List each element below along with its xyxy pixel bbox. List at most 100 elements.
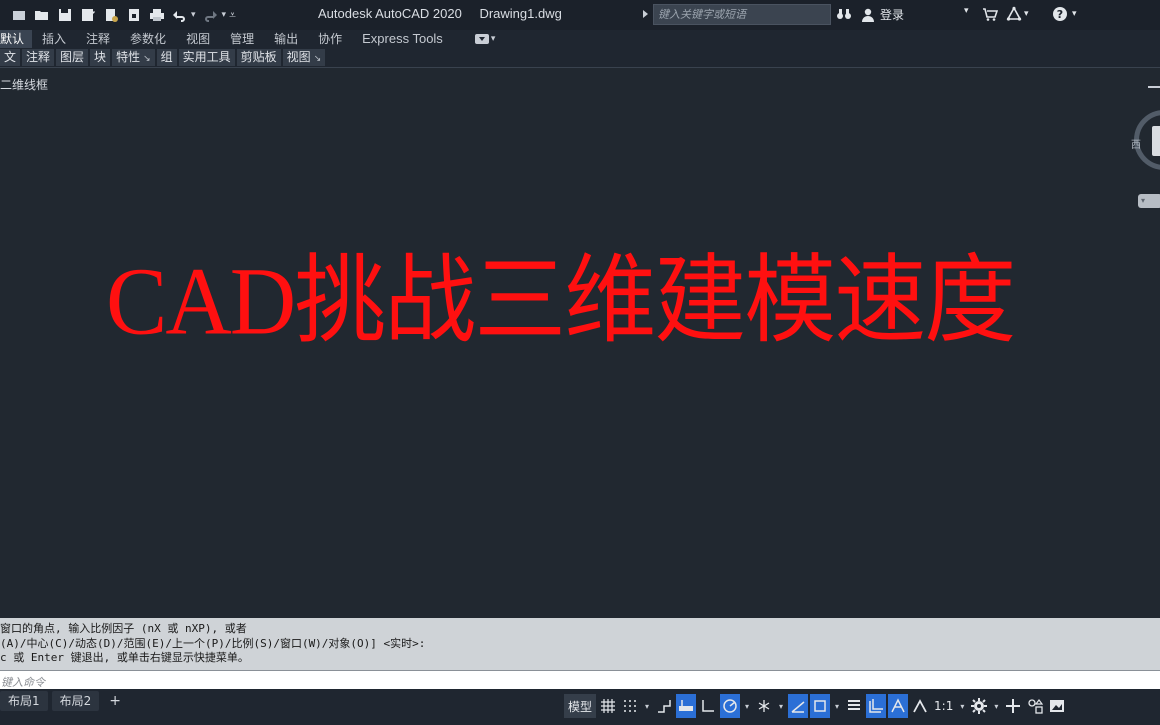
panel-utilities-label: 实用工具 bbox=[182, 50, 231, 64]
customize-qat-icon[interactable]: ⩡ bbox=[229, 8, 236, 23]
snap-mode-icon[interactable] bbox=[620, 694, 640, 718]
autocad-window: ▾ ▾ ⩡ Autodesk AutoCAD 2020 Drawing1.dwg… bbox=[0, 0, 1160, 725]
object-snap-tracking-icon[interactable] bbox=[788, 694, 809, 718]
polar-dropdown-icon[interactable]: ▾ bbox=[742, 694, 752, 718]
object-snap-icon[interactable] bbox=[810, 694, 831, 718]
ribbon-minimize-button[interactable]: ▾ bbox=[474, 34, 496, 44]
tab-express-tools[interactable]: Express Tools bbox=[352, 30, 453, 48]
ribbon-panel-bar: 文 注释 图层 块 特性 ↘ 组 实用工具 剪贴板 视图 ↘ bbox=[0, 48, 1160, 68]
model-space-button[interactable]: 模型 bbox=[564, 694, 597, 718]
status-toggles: 模型 ▾ ▾ ▾ ▾ 1:1 ▾ ▾ bbox=[564, 693, 1067, 719]
ortho-mode-icon[interactable] bbox=[698, 694, 718, 718]
sign-in-dropdown-icon[interactable]: ▾ bbox=[964, 6, 969, 16]
plot-printer-icon[interactable] bbox=[148, 7, 165, 24]
transparency-icon[interactable] bbox=[866, 694, 887, 718]
grid-icon[interactable] bbox=[598, 694, 618, 718]
panel-groups[interactable]: 组 bbox=[156, 49, 177, 66]
scale-dropdown-icon[interactable]: ▾ bbox=[957, 694, 967, 718]
drawing-viewport[interactable]: 二维线框 CAD挑战三维建模速度 西 ▾ bbox=[0, 70, 1160, 674]
panel-utilities[interactable]: 实用工具 bbox=[178, 49, 235, 66]
tab-parametric[interactable]: 参数化 bbox=[120, 30, 176, 48]
save-as-icon[interactable] bbox=[79, 7, 96, 24]
panel-view[interactable]: 视图 ↘ bbox=[282, 49, 326, 66]
panel-clipboard[interactable]: 剪贴板 bbox=[236, 49, 281, 66]
app-menu-icon[interactable] bbox=[10, 7, 27, 24]
annotation-visibility-icon[interactable] bbox=[910, 694, 930, 718]
command-history-line: 窗口的角点, 输入比例因子 (nX 或 nXP), 或者 bbox=[0, 622, 247, 635]
search-input[interactable] bbox=[653, 4, 831, 25]
viewcube-west-label[interactable]: 西 bbox=[1131, 136, 1141, 151]
autodesk-360-icon[interactable]: ▾ bbox=[1006, 6, 1029, 22]
svg-text:?: ? bbox=[1057, 8, 1063, 21]
help-dropdown-icon[interactable]: ▾ bbox=[1072, 9, 1077, 19]
isometric-drafting-icon[interactable] bbox=[754, 694, 774, 718]
panel-annotation[interactable]: 注释 bbox=[22, 49, 55, 66]
redo-icon[interactable] bbox=[202, 7, 219, 24]
title-bar: ▾ ▾ ⩡ Autodesk AutoCAD 2020 Drawing1.dwg… bbox=[0, 0, 1160, 30]
panel-text-label: 文 bbox=[4, 50, 17, 64]
layout-tabs: 布局1 布局2 + bbox=[0, 691, 131, 711]
ribbon-tab-bar: 默认 插入 注释 参数化 视图 管理 输出 协作 Express Tools ▾ bbox=[0, 30, 1160, 48]
tab-insert[interactable]: 插入 bbox=[32, 30, 76, 48]
command-history-line: (A)/中心(C)/动态(D)/范围(E)/上一个(P)/比例(S)/窗口(W)… bbox=[0, 636, 426, 650]
save-web-icon[interactable] bbox=[125, 7, 142, 24]
panel-groups-label: 组 bbox=[160, 50, 173, 64]
undo-dropdown-icon[interactable]: ▾ bbox=[191, 10, 196, 20]
dynamic-input-icon[interactable] bbox=[676, 694, 697, 718]
command-history: 窗口的角点, 输入比例因子 (nX 或 nXP), 或者 (A)/中心(C)/动… bbox=[0, 618, 1160, 670]
layout-tab-1[interactable]: 布局1 bbox=[0, 691, 48, 711]
tab-annotate[interactable]: 注释 bbox=[76, 30, 120, 48]
navbar-handle-icon[interactable] bbox=[1148, 86, 1160, 88]
autodesk-360-dropdown-icon[interactable]: ▾ bbox=[1024, 9, 1029, 19]
wcs-menu-icon[interactable]: ▾ bbox=[1138, 194, 1160, 208]
clean-screen-icon[interactable] bbox=[1047, 694, 1067, 718]
status-bar: 布局1 布局2 + 模型 ▾ ▾ ▾ ▾ 1:1 ▾ ▾ bbox=[0, 689, 1160, 725]
save-icon[interactable] bbox=[56, 7, 73, 24]
isometric-dropdown-icon[interactable]: ▾ bbox=[776, 694, 786, 718]
sign-in-button[interactable]: 登录 bbox=[860, 6, 904, 23]
ribbon-dropdown-icon: ▾ bbox=[490, 34, 496, 44]
open-web-icon[interactable] bbox=[102, 7, 119, 24]
annotation-scale-button[interactable]: 1:1 bbox=[932, 694, 955, 718]
tab-collaborate[interactable]: 协作 bbox=[308, 30, 352, 48]
ribbon-toggle-icon bbox=[474, 34, 489, 44]
viewcube-face[interactable] bbox=[1152, 126, 1160, 156]
tab-manage[interactable]: 管理 bbox=[220, 30, 264, 48]
snap-dropdown-icon[interactable]: ▾ bbox=[642, 694, 652, 718]
cart-icon[interactable] bbox=[982, 6, 998, 22]
selection-cycling-icon[interactable] bbox=[888, 694, 909, 718]
workspace-dropdown-icon[interactable]: ▾ bbox=[991, 694, 1001, 718]
user-icon bbox=[862, 8, 874, 22]
tab-default[interactable]: 默认 bbox=[0, 30, 33, 48]
tab-output[interactable]: 输出 bbox=[264, 30, 308, 48]
panel-view-label: 视图 bbox=[286, 50, 311, 64]
binoculars-icon[interactable] bbox=[836, 6, 852, 22]
panel-text[interactable]: 文 bbox=[0, 49, 21, 66]
polar-tracking-icon[interactable] bbox=[720, 694, 741, 718]
panel-clipboard-label: 剪贴板 bbox=[240, 50, 277, 64]
redo-dropdown-icon[interactable]: ▾ bbox=[222, 10, 227, 20]
infer-constraints-icon[interactable] bbox=[654, 694, 674, 718]
workspace-gear-icon[interactable] bbox=[969, 694, 989, 718]
window-title: Autodesk AutoCAD 2020 Drawing1.dwg bbox=[318, 6, 576, 21]
undo-icon[interactable] bbox=[171, 7, 188, 24]
lineweight-icon[interactable] bbox=[844, 694, 864, 718]
tab-view[interactable]: 视图 bbox=[176, 30, 220, 48]
add-layout-button[interactable]: + bbox=[103, 691, 127, 711]
panel-view-expand-icon[interactable]: ↘ bbox=[314, 54, 322, 64]
panel-properties[interactable]: 特性 ↘ bbox=[112, 49, 155, 66]
panel-layers[interactable]: 图层 bbox=[56, 49, 89, 66]
osnap-dropdown-icon[interactable]: ▾ bbox=[832, 694, 842, 718]
visual-style-control[interactable]: 二维线框 bbox=[0, 76, 48, 93]
document-name: Drawing1.dwg bbox=[479, 6, 562, 21]
isolate-objects-icon[interactable] bbox=[1025, 694, 1045, 718]
search-expand-icon[interactable] bbox=[643, 10, 648, 18]
help-icon[interactable]: ? ▾ bbox=[1052, 6, 1077, 22]
panel-properties-expand-icon[interactable]: ↘ bbox=[143, 54, 151, 64]
product-name: Autodesk AutoCAD 2020 bbox=[318, 6, 462, 21]
layout-tab-2[interactable]: 布局2 bbox=[51, 691, 100, 711]
quick-access-toolbar: ▾ ▾ ⩡ bbox=[0, 0, 236, 30]
annotation-monitor-plus-icon[interactable] bbox=[1003, 694, 1023, 718]
open-folder-icon[interactable] bbox=[33, 7, 50, 24]
panel-block[interactable]: 块 bbox=[90, 49, 111, 66]
